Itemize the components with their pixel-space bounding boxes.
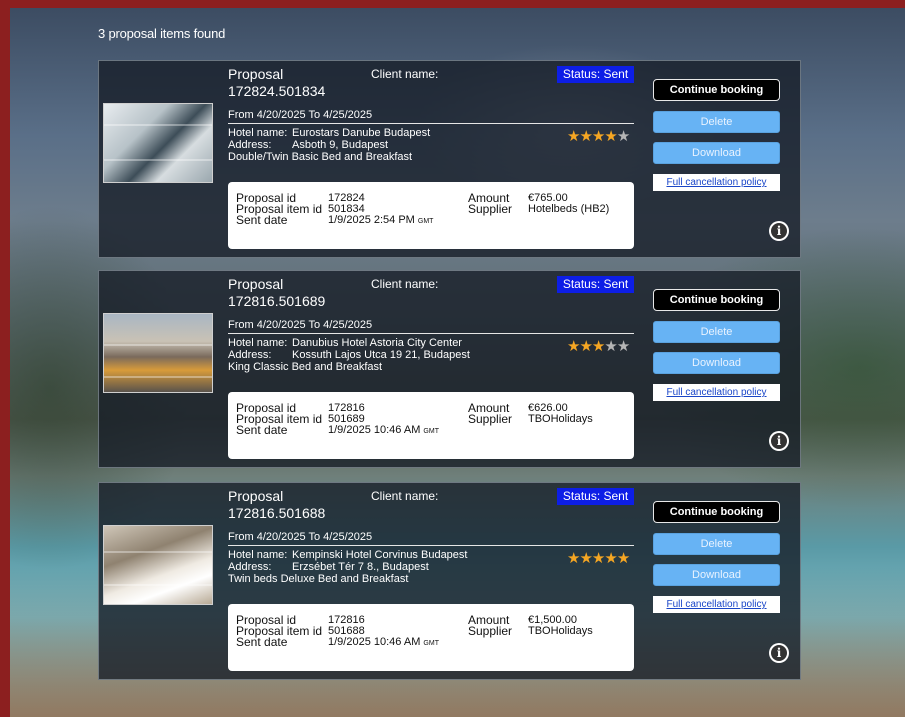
star-icon: ★ [591, 128, 605, 145]
download-button[interactable]: Download [653, 352, 780, 374]
hotel-image [103, 313, 213, 393]
sent-date-label: Sent date [236, 213, 288, 227]
date-range: From 4/20/2025 To 4/25/2025 [228, 531, 373, 543]
star-rating: ★★★★★ [567, 549, 630, 567]
delete-button[interactable]: Delete [653, 111, 780, 133]
timezone: GMT [423, 640, 439, 647]
continue-booking-button[interactable]: Continue booking [653, 289, 780, 311]
hotel-name-label: Hotel name: [228, 337, 288, 349]
sent-date: 1/9/2025 10:46 AM [328, 424, 421, 436]
date-range: From 4/20/2025 To 4/25/2025 [228, 109, 373, 121]
hotel-info: Hotel name: Eurostars Danube Budapest Add… [228, 127, 430, 163]
hotel-name-label: Hotel name: [228, 127, 288, 139]
sent-date: 1/9/2025 10:46 AM [328, 636, 421, 648]
star-icon: ★ [604, 338, 617, 355]
client-name-label: Client name: [371, 67, 439, 81]
star-icon: ★ [567, 550, 580, 567]
star-icon: ★ [604, 128, 617, 145]
supplier-label: Supplier [468, 412, 513, 426]
star-icon: ★ [579, 550, 592, 567]
star-icon: ★ [604, 550, 617, 567]
hotel-address: Kossuth Lajos Utca 19 21, Budapest [292, 349, 470, 361]
proposal-number: 172816.501689 [228, 293, 326, 309]
star-icon: ★ [616, 550, 630, 567]
room-type: Double/Twin Basic Bed and Breakfast [228, 151, 413, 163]
info-icon[interactable]: i [769, 431, 789, 451]
hotel-address: Asboth 9, Budapest [292, 139, 389, 151]
hotel-image [103, 103, 213, 183]
proposal-card: Proposal 172824.501834 Client name: Stat… [98, 60, 801, 258]
address-label: Address: [228, 139, 272, 151]
hotel-info: Hotel name: Danubius Hotel Astoria City C… [228, 337, 470, 373]
star-icon: ★ [616, 338, 630, 355]
status-badge: Status: Sent [557, 66, 634, 83]
timezone: GMT [423, 428, 439, 435]
download-button[interactable]: Download [653, 564, 780, 586]
supplier: TBOHolidays [528, 413, 593, 425]
proposal-number: 172824.501834 [228, 83, 326, 99]
sent-date-label: Sent date [236, 635, 288, 649]
timezone: GMT [417, 218, 434, 225]
continue-booking-button[interactable]: Continue booking [653, 79, 780, 101]
supplier-label: Supplier [468, 202, 513, 216]
full-cancellation-policy-link[interactable]: Full cancellation policy [653, 174, 780, 191]
star-icon: ★ [579, 128, 592, 145]
background-frame: 3 proposal items found Proposal 172824.5… [10, 8, 905, 717]
proposal-details: Proposal id Proposal item id Sent date 1… [228, 604, 634, 671]
star-icon: ★ [591, 550, 605, 567]
full-cancellation-policy-link[interactable]: Full cancellation policy [653, 384, 780, 401]
proposal-number: 172816.501688 [228, 505, 326, 521]
star-rating: ★★★★★ [567, 337, 630, 355]
results-count: 3 proposal items found [98, 26, 226, 41]
sent-date: 1/9/2025 2:54 PM [328, 214, 415, 226]
proposal-details: Proposal id Proposal item id Sent date 1… [228, 392, 634, 459]
proposal-label: Proposal [228, 276, 284, 292]
hotel-info: Hotel name: Kempinski Hotel Corvinus Buda… [228, 549, 467, 585]
divider [228, 545, 634, 546]
sent-date-label: Sent date [236, 423, 288, 437]
download-button[interactable]: Download [653, 142, 780, 164]
client-name-label: Client name: [371, 489, 439, 503]
room-type: Twin beds Deluxe Bed and Breakfast [228, 573, 409, 585]
hotel-address: Erzsébet Tér 7 8., Budapest [292, 561, 429, 573]
info-icon[interactable]: i [769, 643, 789, 663]
proposal-label: Proposal [228, 66, 284, 82]
hotel-name-label: Hotel name: [228, 549, 288, 561]
address-label: Address: [228, 349, 272, 361]
divider [228, 333, 634, 334]
room-type: King Classic Bed and Breakfast [228, 361, 383, 373]
delete-button[interactable]: Delete [653, 321, 780, 343]
star-rating: ★★★★★ [567, 127, 630, 145]
hotel-name: Eurostars Danube Budapest [292, 127, 431, 139]
hotel-image [103, 525, 213, 605]
address-label: Address: [228, 561, 272, 573]
hotel-name: Kempinski Hotel Corvinus Budapest [292, 549, 468, 561]
status-badge: Status: Sent [557, 276, 634, 293]
status-badge: Status: Sent [557, 488, 634, 505]
full-cancellation-policy-link[interactable]: Full cancellation policy [653, 596, 780, 613]
star-icon: ★ [591, 338, 605, 355]
proposal-label: Proposal [228, 488, 284, 504]
proposal-details: Proposal id Proposal item id Sent date 1… [228, 182, 634, 249]
client-name-label: Client name: [371, 277, 439, 291]
supplier: TBOHolidays [528, 625, 593, 637]
star-icon: ★ [579, 338, 592, 355]
star-icon: ★ [616, 128, 630, 145]
supplier-label: Supplier [468, 624, 513, 638]
star-icon: ★ [567, 338, 580, 355]
proposal-card: Proposal 172816.501688 Client name: Stat… [98, 482, 801, 680]
delete-button[interactable]: Delete [653, 533, 780, 555]
proposal-card: Proposal 172816.501689 Client name: Stat… [98, 270, 801, 468]
date-range: From 4/20/2025 To 4/25/2025 [228, 319, 373, 331]
continue-booking-button[interactable]: Continue booking [653, 501, 780, 523]
info-icon[interactable]: i [769, 221, 789, 241]
supplier: Hotelbeds (HB2) [528, 203, 610, 215]
star-icon: ★ [567, 128, 580, 145]
divider [228, 123, 634, 124]
hotel-name: Danubius Hotel Astoria City Center [292, 337, 462, 349]
